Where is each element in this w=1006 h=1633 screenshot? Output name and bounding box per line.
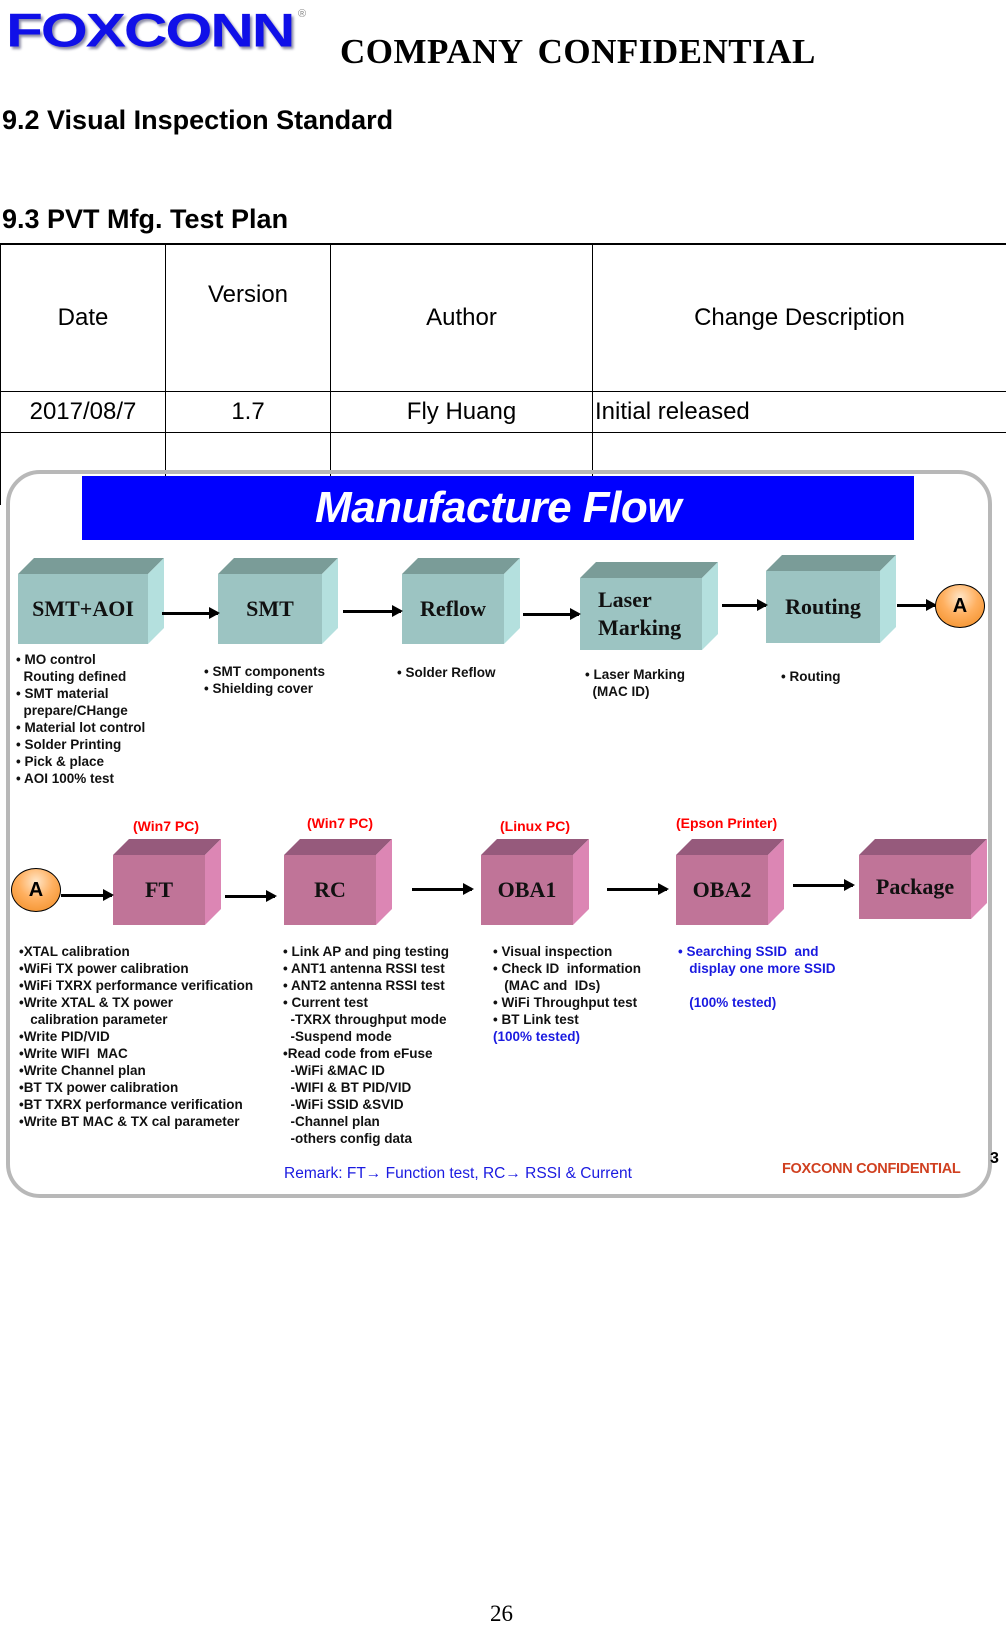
connector-a-out: A (935, 584, 985, 628)
flow-arrow (162, 607, 220, 619)
registered-mark: ® (298, 8, 307, 20)
box-label: FT (113, 855, 205, 925)
process-box-laser-marking: Laser Marking (580, 562, 718, 650)
oba1-notes: • Visual inspection • Check ID informati… (493, 944, 641, 1027)
cell-version: 1.7 (165, 391, 331, 433)
box-label: SMT (218, 574, 322, 644)
process-box-ft: FT (113, 839, 221, 925)
box-label: Laser Marking (580, 578, 702, 650)
flow-arrow (897, 599, 937, 611)
process-box-reflow: Reflow (402, 558, 520, 644)
box-label: OBA1 (481, 855, 573, 925)
process-box-oba1: OBA1 (481, 839, 589, 925)
flow-arrow (607, 883, 669, 895)
box-label: Routing (766, 571, 880, 643)
column-header-date: Date (0, 243, 166, 392)
connector-a-in: A (11, 868, 61, 912)
flow-remark: Remark: FT→ Function test, RC→ RSSI & Cu… (284, 1165, 632, 1182)
foxconn-logo: FOXCONN ® (6, 2, 307, 60)
reflow-notes: • Solder Reflow (397, 665, 496, 680)
cell-change-description: Initial released (592, 391, 1006, 433)
slide-number: 3 (990, 1150, 999, 1167)
box-label: Reflow (402, 574, 504, 644)
flow-arrow (793, 879, 855, 891)
flow-arrow (61, 889, 114, 901)
table-row: 2017/08/7 1.7 Fly Huang Initial released (0, 391, 1006, 433)
flow-arrow (523, 608, 581, 620)
ft-platform-tag: (Win7 PC) (133, 818, 199, 834)
rc-platform-tag: (Win7 PC) (307, 815, 373, 831)
oba1-tested-note: (100% tested) (493, 1029, 581, 1044)
logo-wordmark: FOXCONN (6, 2, 295, 57)
oba1-platform-tag: (Linux PC) (500, 818, 570, 834)
laser-marking-notes: • Laser Marking (MAC ID) (585, 667, 686, 699)
process-box-smt-aoi: SMT+AOI (18, 558, 164, 644)
table-header-row: Date Version Author Change Description (0, 243, 1006, 392)
foxconn-confidential-footer: FOXCONN CONFIDENTIAL (782, 1161, 961, 1177)
process-box-smt: SMT (218, 558, 338, 644)
ft-notes: •XTAL calibration •WiFi TX power calibra… (19, 944, 254, 1129)
flow-arrow (722, 599, 768, 611)
section-heading-visual-inspection: 9.2 Visual Inspection Standard (2, 105, 394, 135)
smt-notes: • SMT components • Shielding cover (204, 664, 325, 696)
box-label: OBA2 (676, 855, 768, 925)
process-box-package: Package (859, 839, 987, 919)
column-header-version: Version (165, 243, 331, 392)
flow-arrow (412, 883, 474, 895)
section-heading-test-plan: 9.3 PVT Mfg. Test Plan (2, 204, 289, 234)
column-header-change-description: Change Description (592, 243, 1006, 392)
oba2-platform-tag: (Epson Printer) (676, 815, 778, 831)
process-box-oba2: OBA2 (676, 839, 784, 925)
routing-notes: • Routing (781, 669, 841, 684)
smt-aoi-notes: • MO control Routing defined • SMT mater… (16, 652, 146, 786)
flow-arrow (225, 890, 277, 902)
column-header-author: Author (330, 243, 593, 392)
company-confidential-label: COMPANY CONFIDENTIAL (340, 32, 816, 71)
box-label: SMT+AOI (18, 574, 148, 644)
revision-table: Date Version Author Change Description 2… (0, 243, 1006, 505)
box-label: Package (859, 855, 971, 919)
cell-date: 2017/08/7 (0, 391, 166, 433)
process-box-rc: RC (284, 839, 392, 925)
oba2-notes: • Searching SSID and display one more SS… (678, 944, 836, 1010)
rc-notes: • Link AP and ping testing • ANT1 antenn… (283, 944, 449, 1146)
flow-arrow (343, 605, 403, 617)
page-number: 26 (490, 1601, 513, 1626)
process-box-routing: Routing (766, 555, 896, 643)
box-label: RC (284, 855, 376, 925)
manufacture-flow-title: Manufacture Flow (82, 476, 914, 540)
cell-author: Fly Huang (330, 391, 593, 433)
